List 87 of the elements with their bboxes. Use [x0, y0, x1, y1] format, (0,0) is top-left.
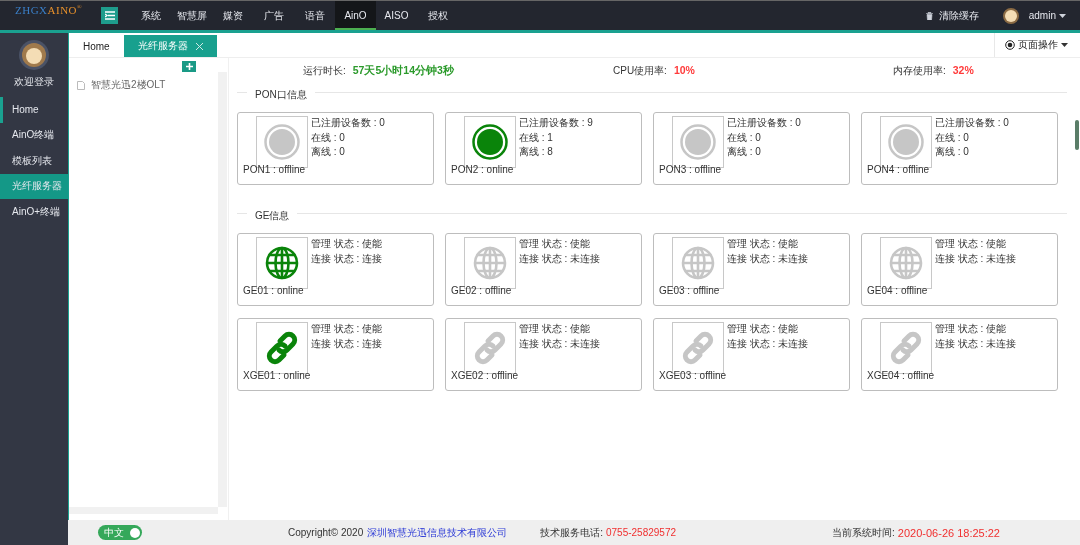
port-caption: PON4 : offline [867, 164, 931, 175]
status-text: 连接 状态 : 未连接 [519, 336, 601, 351]
nav-tab[interactable]: 授权 [417, 1, 458, 30]
section-title: GE信息 [247, 210, 298, 221]
sidebar-item[interactable]: AinO终端 [0, 122, 68, 148]
status-text: 离线 : 8 [519, 145, 554, 159]
status-text: 管理 状态 : 使能 [519, 237, 592, 251]
port-caption: GE02 : offline [451, 285, 513, 296]
clear-cache-button[interactable]: 清除缓存 [925, 8, 979, 23]
stat-value: 57天5小时14分钟3秒 [352, 64, 454, 78]
status-text: 已注册设备数 : 0 [935, 116, 1009, 130]
menu-icon [104, 11, 115, 20]
welcome-text: 欢迎登录 [14, 75, 54, 89]
nav-tab[interactable]: 媒资 [212, 1, 253, 30]
status-text: 离线 : 0 [727, 145, 762, 159]
section-title: PON口信息 [247, 89, 315, 100]
status-text: 连接 状态 : 未连接 [935, 251, 1017, 266]
avatar [1002, 7, 1019, 24]
port-caption: PON1 : offline [243, 164, 307, 175]
port-caption: XGE02 : offline [451, 370, 520, 381]
nav-tab[interactable]: 语音 [294, 1, 335, 30]
stat-label: 运行时长: [303, 64, 346, 78]
trash-icon [925, 11, 933, 20]
phone-label: 技术服务电话: [540, 525, 603, 540]
nav-tab[interactable]: AinO [335, 1, 376, 30]
port-caption: PON2 : online [451, 164, 515, 175]
page-actions-button[interactable]: 页面操作 [994, 33, 1080, 57]
file-icon [77, 80, 85, 90]
copyright-text: Copyright© 2020 [288, 527, 364, 538]
port-caption: XGE01 : online [243, 370, 312, 381]
close-icon[interactable] [195, 42, 203, 50]
stat-value: 10% [673, 64, 695, 76]
status-text: 管理 状态 : 使能 [311, 237, 383, 251]
company-link[interactable]: 深圳智慧光迅信息技术有限公司 [367, 525, 508, 540]
port-caption: PON3 : offline [659, 164, 723, 175]
status-text: 连接 状态 : 未连接 [727, 251, 809, 266]
status-text: 离线 : 0 [311, 145, 346, 159]
sidebar-item[interactable]: AinO+终端 [0, 199, 68, 225]
menu-button[interactable] [101, 7, 118, 24]
status-text: 连接 状态 : 未连接 [935, 336, 1017, 351]
nav-tab[interactable]: 广告 [253, 1, 294, 30]
user-menu[interactable]: admin [1028, 10, 1066, 21]
port-caption: GE01 : online [243, 285, 305, 296]
status-text: 已注册设备数 : 9 [519, 116, 593, 130]
status-text: 在线 : 0 [311, 130, 346, 145]
status-text: 在线 : 0 [935, 130, 970, 145]
tree-item[interactable]: 智慧光迅2楼OLT [91, 78, 166, 92]
scrollbar[interactable] [1075, 120, 1079, 150]
status-text: 管理 状态 : 使能 [935, 322, 1008, 336]
time-label: 当前系统时间: [832, 525, 895, 540]
port-caption: GE04 : offline [867, 285, 929, 296]
port-caption: XGE04 : offline [867, 370, 936, 381]
status-text: 管理 状态 : 使能 [727, 237, 800, 251]
status-text: 管理 状态 : 使能 [519, 322, 592, 336]
avatar [19, 40, 49, 70]
stat-value: 32% [952, 64, 974, 76]
port-caption: XGE03 : offline [659, 370, 728, 381]
status-text: 连接 状态 : 连接 [311, 336, 383, 351]
status-text: 已注册设备数 : 0 [727, 116, 801, 130]
system-time: 2020-06-26 18:25:22 [897, 526, 1000, 539]
plus-icon [185, 63, 193, 70]
status-text: 连接 状态 : 未连接 [519, 251, 601, 266]
nav-tab[interactable]: 智慧屏 [171, 1, 212, 30]
sidebar-item[interactable]: Home [0, 97, 68, 123]
stat-label: 内存使用率: [893, 64, 946, 78]
status-text: 连接 状态 : 未连接 [727, 336, 809, 351]
tab[interactable]: Home [69, 35, 124, 57]
status-text: 管理 状态 : 使能 [727, 322, 800, 336]
status-text: 连接 状态 : 连接 [311, 251, 383, 266]
scrollbar[interactable] [69, 507, 218, 514]
logo: ZHGXAINO$^{®}$ [14, 4, 84, 16]
radio-icon [1005, 40, 1015, 50]
phone-number: 0755-25829572 [606, 527, 677, 538]
stat-label: CPU使用率: [613, 64, 667, 78]
caret-icon [1061, 43, 1068, 47]
status-text: 管理 状态 : 使能 [311, 322, 383, 336]
status-text: 管理 状态 : 使能 [935, 237, 1008, 251]
add-button[interactable] [182, 61, 196, 72]
caret-icon [1059, 13, 1066, 18]
status-text: 离线 : 0 [935, 145, 970, 159]
status-text: 在线 : 1 [519, 130, 554, 145]
sidebar-item[interactable]: 模板列表 [0, 148, 68, 174]
port-caption: GE03 : offline [659, 285, 721, 296]
status-text: 在线 : 0 [727, 130, 762, 145]
status-text: 已注册设备数 : 0 [311, 116, 385, 130]
nav-tab[interactable]: 系统 [130, 1, 171, 30]
nav-tab[interactable]: AISO [376, 1, 417, 30]
